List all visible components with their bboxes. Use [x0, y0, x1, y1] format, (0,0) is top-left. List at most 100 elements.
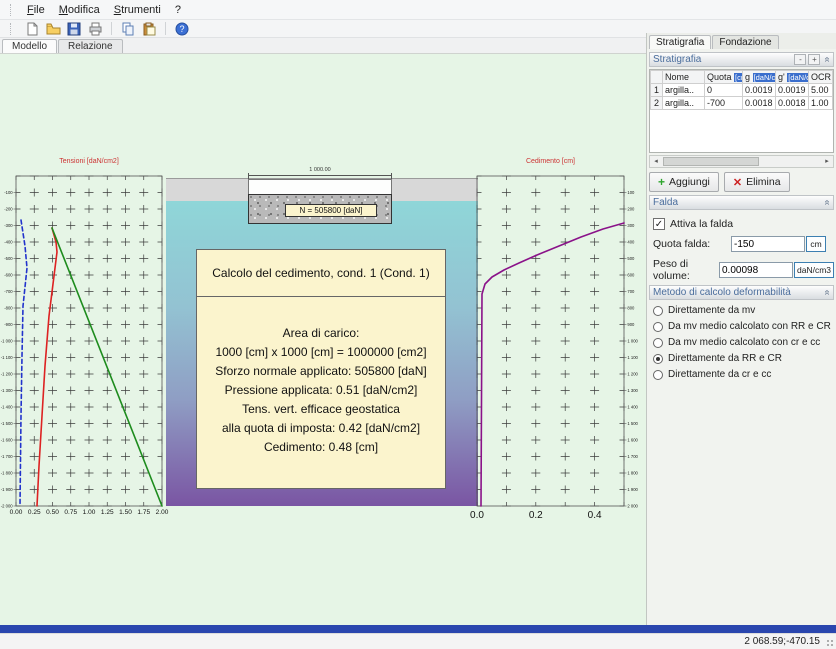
svg-text:?: ?	[179, 24, 184, 34]
cell-quota[interactable]: 0	[705, 84, 743, 97]
cell-gamma[interactable]: 0.0018	[743, 97, 776, 110]
svg-text:-300: -300	[4, 223, 13, 228]
peso-volume-unit[interactable]: daN/cm3	[794, 262, 834, 278]
infobox-line: Pressione applicata: 0.51 [daN/cm2]	[197, 381, 445, 400]
print-button[interactable]	[86, 21, 104, 37]
excavation-area	[248, 179, 392, 195]
collapse-chevron-icon[interactable]: «	[822, 200, 833, 206]
load-label: N = 505800 [daN]	[285, 204, 377, 217]
new-document-button[interactable]	[23, 21, 41, 37]
axis-tick-label: 1.00	[83, 509, 96, 516]
svg-text:300: 300	[627, 223, 635, 228]
unit-chip: [daN/c	[753, 73, 776, 82]
menu-strumenti[interactable]: Strumenti	[107, 2, 168, 18]
axis-tick-label: 0.2	[529, 510, 543, 521]
collapse-chevron-icon[interactable]: «	[822, 290, 833, 296]
open-button[interactable]	[44, 21, 62, 37]
axis-tick-label: 0.50	[46, 509, 59, 516]
col-header-gamma-prime[interactable]: g' [daN/c	[776, 71, 809, 84]
menu-help[interactable]: ?	[168, 2, 188, 18]
svg-text:600: 600	[627, 273, 635, 278]
panel-tab-bar: Stratigrafia Fondazione	[647, 33, 836, 49]
tensioni-x-axis-labels: 0.000.250.500.751.001.251.501.752.00	[16, 509, 162, 519]
svg-text:-800: -800	[4, 306, 13, 311]
col-header-ocr[interactable]: OCR	[809, 71, 833, 84]
scroll-right-arrow-icon[interactable]: ▸	[821, 156, 833, 167]
attiva-falda-row: ✓ Attiva la falda	[653, 218, 834, 230]
svg-text:-1 200: -1 200	[1, 372, 14, 377]
grid-add-button[interactable]: +	[808, 54, 820, 65]
cell-ocr[interactable]: 5.00	[809, 84, 833, 97]
axis-tick-label: 1.25	[101, 509, 114, 516]
radio-option-rr-cr[interactable]: Direttamente da RR e CR	[653, 353, 834, 364]
cell-gamma-prime[interactable]: 0.0018	[776, 97, 809, 110]
peso-volume-row: Peso di volume: daN/cm3	[653, 258, 834, 282]
col-header-nome[interactable]: Nome	[663, 71, 705, 84]
tab-modello[interactable]: Modello	[2, 39, 57, 53]
svg-text:1 000: 1 000	[627, 339, 638, 344]
menu-file[interactable]: File	[20, 2, 52, 18]
collapse-chevron-icon[interactable]: «	[822, 57, 833, 63]
toolbar-grip	[10, 4, 13, 16]
cell-gamma[interactable]: 0.0019	[743, 84, 776, 97]
radio-option-mv-rr-cr[interactable]: Da mv medio calcolato con RR e CR	[653, 321, 834, 332]
peso-volume-input[interactable]	[719, 262, 793, 278]
svg-text:-500: -500	[4, 256, 13, 261]
grid-remove-button[interactable]: -	[794, 54, 806, 65]
radio-option-cr-cc[interactable]: Direttamente da cr e cc	[653, 369, 834, 380]
tab-fondazione[interactable]: Fondazione	[712, 35, 778, 49]
quota-falda-unit[interactable]: cm	[806, 236, 826, 252]
axis-tick-label: 1.50	[119, 509, 132, 516]
copy-button[interactable]	[119, 21, 137, 37]
status-bar: 2 068.59;-470.15	[0, 633, 836, 649]
svg-text:-1 800: -1 800	[1, 471, 14, 476]
svg-text:400: 400	[627, 240, 635, 245]
elimina-button[interactable]: ✕ Elimina	[724, 172, 790, 192]
aggiungi-button[interactable]: + Aggiungi	[649, 172, 719, 192]
row-number-cell[interactable]: 2	[651, 97, 663, 110]
plus-icon: +	[658, 175, 665, 189]
quota-falda-input[interactable]	[731, 236, 805, 252]
infobox-line: Cedimento: 0.48 [cm]	[197, 438, 445, 457]
quota-falda-label: Quota falda:	[653, 238, 731, 250]
metodo-section-header: Metodo di calcolo deformabilità «	[649, 285, 834, 300]
table-row: 1 argilla.. 0 0.0019 0.0019 5.00	[651, 84, 833, 97]
stratigrafia-section-header: Stratigrafia - + «	[649, 52, 834, 67]
unit-chip: [cm]	[734, 73, 742, 82]
cell-gamma-prime[interactable]: 0.0019	[776, 84, 809, 97]
toolbar-separator	[165, 22, 166, 35]
col-header-gamma[interactable]: g [daN/c	[743, 71, 776, 84]
cursor-coordinates: 2 068.59;-470.15	[744, 636, 820, 647]
cell-nome[interactable]: argilla..	[663, 97, 705, 110]
save-button[interactable]	[65, 21, 83, 37]
copy-icon	[121, 22, 135, 36]
tab-stratigrafia[interactable]: Stratigrafia	[649, 35, 711, 49]
svg-text:-1 600: -1 600	[1, 438, 14, 443]
falda-section-header: Falda «	[649, 195, 834, 210]
scrollbar-thumb[interactable]	[663, 157, 759, 166]
app-window: File Modifica Strumenti ? ? Mod	[0, 0, 836, 649]
tab-relazione[interactable]: Relazione	[58, 39, 122, 53]
help-button[interactable]: ?	[173, 21, 191, 37]
grid-horizontal-scrollbar[interactable]: ◂ ▸	[649, 155, 834, 168]
cell-ocr[interactable]: 1.00	[809, 97, 833, 110]
help-icon: ?	[175, 22, 189, 36]
cell-quota[interactable]: -700	[705, 97, 743, 110]
col-header-quota[interactable]: Quota [cm]	[705, 71, 743, 84]
row-number-cell[interactable]: 1	[651, 84, 663, 97]
cell-nome[interactable]: argilla..	[663, 84, 705, 97]
resize-grip[interactable]	[826, 639, 834, 647]
radio-option-mv[interactable]: Direttamente da mv	[653, 305, 834, 316]
svg-text:-900: -900	[4, 322, 13, 327]
paste-button[interactable]	[140, 21, 158, 37]
bottom-blue-band	[0, 625, 836, 633]
menu-modifica[interactable]: Modifica	[52, 2, 107, 18]
radio-option-mv-cr-cc[interactable]: Da mv medio calcolato con cr e cc	[653, 337, 834, 348]
grid-corner-cell	[651, 71, 663, 84]
svg-text:900: 900	[627, 322, 635, 327]
toolbar-separator	[111, 22, 112, 35]
scroll-left-arrow-icon[interactable]: ◂	[650, 156, 662, 167]
drawing-canvas: Tensioni [daN/cm2] -100-200-300-400-500-…	[0, 53, 646, 625]
attiva-falda-checkbox[interactable]: ✓	[653, 218, 665, 230]
new-document-icon	[25, 22, 39, 36]
